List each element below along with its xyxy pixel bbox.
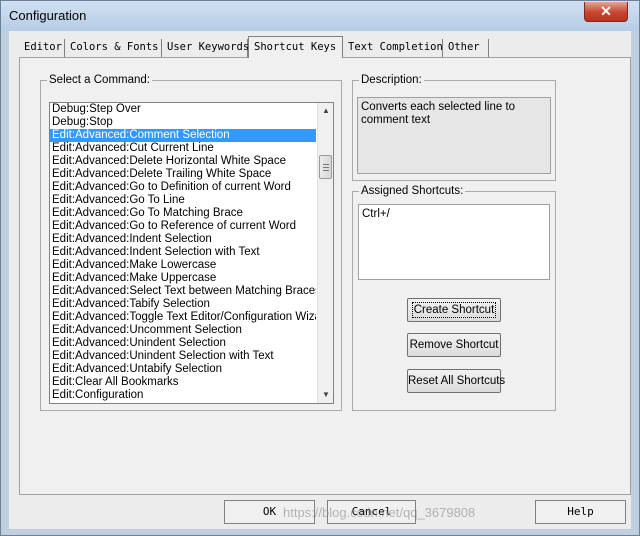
assigned-shortcuts-label: Assigned Shortcuts: — [359, 184, 466, 198]
tab-other[interactable]: Other — [443, 39, 489, 57]
command-list-item[interactable]: Edit:Advanced:Untabify Selection — [50, 363, 316, 376]
tab-user-keywords[interactable]: User Keywords — [162, 39, 250, 57]
tab-label: Text Completion — [348, 41, 443, 53]
select-command-label: Select a Command: — [47, 73, 152, 87]
tab-editor[interactable]: Editor — [19, 39, 65, 57]
grip-line — [323, 170, 329, 171]
close-icon: ✕ — [600, 3, 612, 19]
watermark-text: https://blog.csdn.net/qq_3679808 — [283, 505, 476, 520]
command-list-item[interactable]: Edit:Advanced:Comment Selection — [50, 129, 316, 142]
command-list-item[interactable]: Debug:Stop — [50, 116, 316, 129]
tab-shortcut-keys[interactable]: Shortcut Keys — [248, 36, 343, 58]
dialog-client-area: Editor Colors & Fonts User Keywords Shor… — [9, 31, 631, 529]
command-list-item[interactable]: Edit:Advanced:Indent Selection — [50, 233, 316, 246]
command-list-item[interactable]: Edit:Advanced:Uncomment Selection — [50, 324, 316, 337]
button-label: Create Shortcut — [411, 302, 497, 318]
command-list-item[interactable]: Edit:Advanced:Go to Reference of current… — [50, 220, 316, 233]
assigned-shortcuts-group: Assigned Shortcuts: Ctrl+/ Create Shortc… — [352, 184, 556, 411]
command-list-item[interactable]: Edit:Configuration — [50, 389, 316, 402]
command-list-item[interactable]: Edit:Advanced:Go To Line — [50, 194, 316, 207]
window-title: Configuration — [9, 8, 87, 23]
command-list-item[interactable]: Edit:Advanced:Go to Definition of curren… — [50, 181, 316, 194]
create-shortcut-button[interactable]: Create Shortcut — [407, 298, 501, 322]
command-list-item[interactable]: Edit:Advanced:Toggle Text Editor/Configu… — [50, 311, 316, 324]
command-list-item[interactable]: Edit:Advanced:Delete Trailing White Spac… — [50, 168, 316, 181]
description-label: Description: — [359, 73, 424, 87]
tab-label: Editor — [24, 41, 62, 53]
button-label: Remove Shortcut — [409, 339, 499, 351]
command-list-item[interactable]: Edit:Advanced:Go To Matching Brace — [50, 207, 316, 220]
close-button[interactable]: ✕ — [584, 2, 628, 22]
command-list-item[interactable]: Edit:Advanced:Tabify Selection — [50, 298, 316, 311]
description-group: Description: Converts each selected line… — [352, 73, 556, 181]
scroll-up-icon[interactable]: ▲ — [318, 103, 333, 119]
tab-label: User Keywords — [167, 41, 250, 53]
tab-label: Other — [448, 41, 480, 53]
command-list-item[interactable]: Edit:Advanced:Make Uppercase — [50, 272, 316, 285]
assigned-shortcuts-list[interactable]: Ctrl+/ — [358, 204, 550, 280]
command-list-item[interactable]: Edit:Advanced:Delete Horizontal White Sp… — [50, 155, 316, 168]
command-list-item[interactable]: Debug:Step Over — [50, 103, 316, 116]
remove-shortcut-button[interactable]: Remove Shortcut — [407, 333, 501, 357]
grip-line — [323, 167, 329, 168]
select-command-group: Select a Command: Debug:Step Over Debug:S… — [40, 73, 342, 411]
button-label: Reset All Shortcuts — [408, 375, 506, 387]
grip-line — [323, 164, 329, 165]
command-list-item[interactable]: Edit:Advanced:Make Lowercase — [50, 259, 316, 272]
shortcut-keys-page: Select a Command: Debug:Step Over Debug:S… — [19, 57, 631, 495]
scroll-down-icon[interactable]: ▼ — [318, 387, 333, 403]
command-list-item[interactable]: Edit:Advanced:Unindent Selection with Te… — [50, 350, 316, 363]
help-button[interactable]: Help — [535, 500, 626, 524]
description-text: Converts each selected line to comment t… — [357, 97, 551, 174]
title-bar[interactable]: Configuration ✕ — [1, 1, 639, 31]
command-list-item[interactable]: Edit:Advanced:Unindent Selection — [50, 337, 316, 350]
tab-colors-fonts[interactable]: Colors & Fonts — [65, 39, 162, 57]
tab-label: Colors & Fonts — [70, 41, 159, 53]
command-list-item[interactable]: Edit:Advanced:Cut Current Line — [50, 142, 316, 155]
command-listbox[interactable]: Debug:Step Over Debug:Stop Edit:Advanced:C… — [49, 102, 334, 404]
tab-text-completion[interactable]: Text Completion — [343, 39, 443, 57]
command-list-item[interactable]: Edit:Advanced:Indent Selection with Text — [50, 246, 316, 259]
configuration-dialog: Configuration ✕ Editor Colors & Fonts Us… — [0, 0, 640, 536]
command-list-item[interactable]: Edit:Clear All Bookmarks — [50, 376, 316, 389]
reset-all-shortcuts-button[interactable]: Reset All Shortcuts — [407, 369, 505, 393]
scroll-thumb[interactable] — [319, 155, 332, 179]
command-list-scrollbar[interactable]: ▲ ▼ — [317, 103, 333, 403]
command-list-item[interactable]: Edit:Advanced:Select Text between Matchi… — [50, 285, 316, 298]
tab-label: Shortcut Keys — [254, 41, 337, 53]
command-list: Debug:Step Over Debug:Stop Edit:Advanced:C… — [50, 103, 316, 402]
